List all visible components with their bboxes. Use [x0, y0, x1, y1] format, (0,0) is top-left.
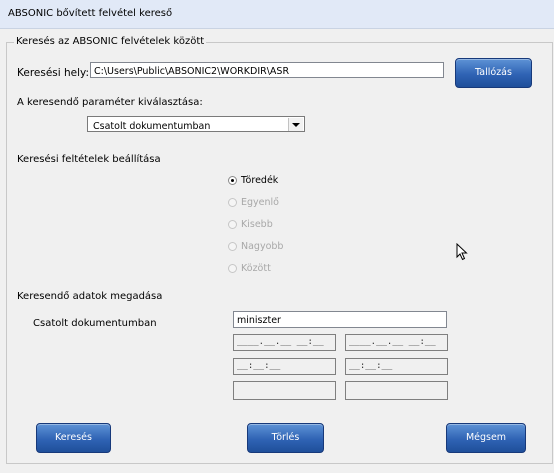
cancel-button-label: Mégsem	[465, 432, 507, 443]
cancel-button[interactable]: Mégsem	[446, 423, 526, 453]
window-title: ABSONIC bővített felvétel kereső	[8, 8, 173, 19]
data-entry-label: Keresendő adatok megadása	[17, 291, 163, 302]
time-from-input[interactable]: __:__:__	[233, 358, 336, 375]
radio-icon[interactable]	[228, 264, 237, 273]
extra-to-input[interactable]	[345, 381, 448, 400]
param-select-value: Csatolt dokumentumban	[93, 121, 211, 132]
radio-label: Kisebb	[241, 219, 273, 230]
extra-from-input[interactable]	[233, 381, 336, 400]
search-button[interactable]: Keresés	[36, 423, 111, 453]
field-label: Csatolt dokumentumban	[33, 318, 157, 329]
radio-label: Egyenlő	[241, 197, 279, 208]
param-select[interactable]: Csatolt dokumentumban	[87, 116, 305, 132]
radio-label: Töredék	[241, 175, 279, 186]
browse-button[interactable]: Tallózás	[455, 58, 532, 88]
conditions-label: Keresési feltételek beállítása	[17, 154, 161, 165]
date-to-input[interactable]: ____.__.__ __:__	[345, 334, 448, 351]
search-value-input[interactable]: miniszter	[233, 311, 447, 328]
radio-checked-icon[interactable]	[228, 176, 237, 185]
date-from-input[interactable]: ____.__.__ __:__	[233, 334, 336, 351]
chevron-down-icon[interactable]	[288, 118, 303, 131]
search-path-label: Keresési hely:	[17, 67, 90, 79]
browse-button-label: Tallózás	[475, 67, 512, 78]
title-bar: ABSONIC bővített felvétel kereső	[0, 0, 554, 29]
search-path-input[interactable]: C:\Users\Public\ABSONIC2\WORKDIR\ASR	[90, 62, 444, 78]
clear-button[interactable]: Törlés	[247, 423, 324, 453]
radio-icon[interactable]	[228, 242, 237, 251]
param-label: A keresendő paraméter kiválasztása:	[17, 97, 203, 108]
radio-label: Között	[241, 263, 271, 274]
radio-icon[interactable]	[228, 220, 237, 229]
time-to-input[interactable]: __:__:__	[345, 358, 448, 375]
search-button-label: Keresés	[55, 432, 92, 443]
mouse-cursor-icon	[456, 243, 468, 261]
radio-icon[interactable]	[228, 198, 237, 207]
search-group-legend: Keresés az ABSONIC felvételek között	[14, 36, 207, 47]
radio-label: Nagyobb	[241, 241, 284, 252]
clear-button-label: Törlés	[271, 432, 300, 443]
